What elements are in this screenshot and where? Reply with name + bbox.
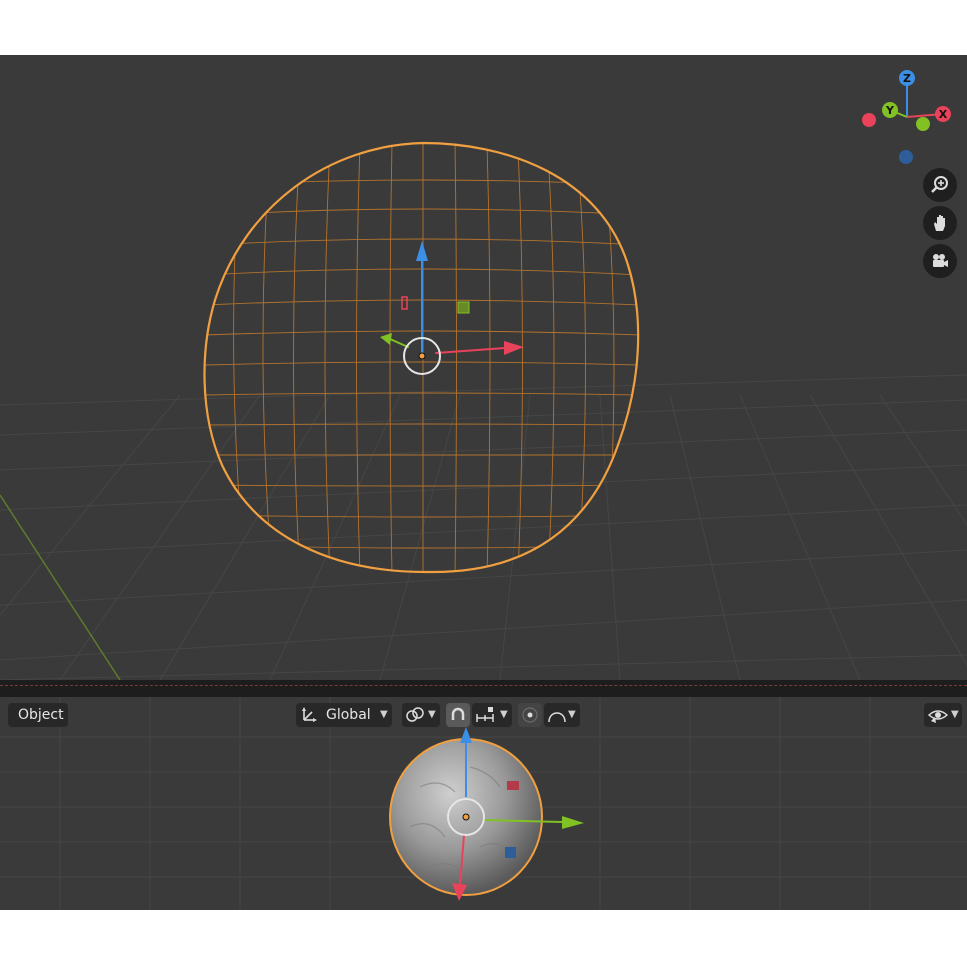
proportional-editing-icon <box>522 707 538 723</box>
snap-toggle[interactable] <box>446 703 470 727</box>
axis-neg-z-dot[interactable] <box>899 150 913 164</box>
navigation-gizmo[interactable]: Z X Y <box>855 65 960 170</box>
chevron-down-icon: ▼ <box>500 709 508 720</box>
snap-icon <box>451 707 465 720</box>
zoom-icon <box>931 176 948 193</box>
world-y-axis-line <box>0 494 121 680</box>
axis-x-label: X <box>939 108 948 121</box>
floor-grid <box>0 374 967 680</box>
pivot-point-dropdown[interactable]: ▼ <box>402 703 440 727</box>
transform-gizmo <box>380 241 524 375</box>
wireframe-scene <box>0 141 967 680</box>
zoom-button[interactable] <box>923 168 957 202</box>
object-mode-label: Object <box>18 707 64 723</box>
transform-orientation-label: Global <box>326 707 371 723</box>
object-mode-button[interactable]: Object <box>8 703 68 727</box>
axis-neg-x-dot[interactable] <box>862 113 876 127</box>
axis-neg-y-dot[interactable] <box>916 117 930 131</box>
axis-y-label: Y <box>885 104 895 117</box>
chevron-down-icon: ▼ <box>380 709 388 720</box>
pan-button[interactable] <box>923 206 957 240</box>
falloff-curve-icon <box>548 712 566 723</box>
falloff-dropdown[interactable]: ▼ <box>544 703 580 727</box>
transform-orientation-icon <box>302 707 317 722</box>
camera-view-button[interactable] <box>923 244 957 278</box>
bottom-3d-viewport[interactable]: Object Global ▼ ▼ ▼ ▼ ▼ <box>0 697 967 910</box>
visibility-icon <box>927 710 949 723</box>
top-3d-viewport[interactable]: Z X Y <box>0 55 967 680</box>
solid-scene <box>0 697 967 910</box>
axis-z-label: Z <box>903 72 911 85</box>
transform-orientation-dropdown[interactable]: Global ▼ <box>296 703 392 727</box>
proportional-editing-toggle[interactable] <box>518 703 542 727</box>
area-separator[interactable] <box>0 680 967 697</box>
camera-icon <box>933 254 948 267</box>
chevron-down-icon: ▼ <box>428 709 436 720</box>
separator-dash-line <box>0 685 967 686</box>
snap-increment-icon <box>476 707 494 722</box>
chevron-down-icon: ▼ <box>951 709 959 720</box>
hand-icon <box>934 215 945 231</box>
snap-increment-dropdown[interactable]: ▼ <box>472 703 512 727</box>
pivot-point-icon <box>406 707 424 722</box>
chevron-down-icon: ▼ <box>568 709 576 720</box>
visibility-dropdown[interactable]: ▼ <box>924 703 962 727</box>
